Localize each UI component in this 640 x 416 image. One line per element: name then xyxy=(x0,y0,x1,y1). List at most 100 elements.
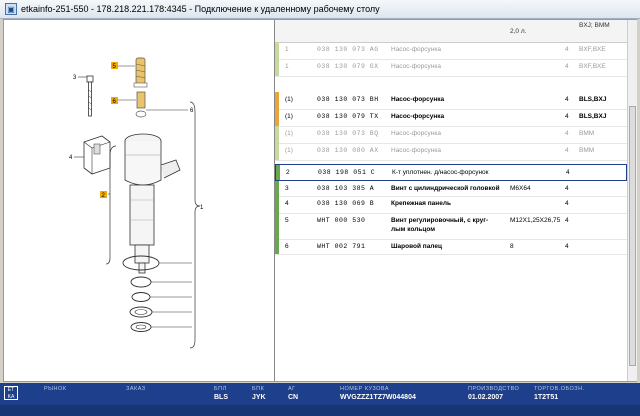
part-quantity: 4 xyxy=(565,147,569,154)
part-number: WHT 000 530 xyxy=(317,217,366,224)
part-position: 1 xyxy=(285,46,289,53)
market-label: РЫНОК xyxy=(44,386,67,392)
part-number: WHT 002 791 xyxy=(317,243,366,250)
part-position: (1) xyxy=(285,113,293,120)
part-name: Винт регулировочный, с круг- xyxy=(391,217,489,224)
part-name: Насос-форсунка xyxy=(391,96,445,103)
part-number: 038 130 073 AG xyxy=(317,46,379,53)
header-engine: BXJ; BMM xyxy=(579,22,610,29)
part-position: 1 xyxy=(285,63,289,70)
part-position: 6 xyxy=(285,243,289,250)
part-name: Крепежная панель xyxy=(391,200,451,207)
row-marker xyxy=(275,196,279,213)
row-marker xyxy=(275,59,279,76)
part-row[interactable]: 4 038 130 069 B Крепежная панель 4 xyxy=(275,196,627,214)
part-note: M6X64 xyxy=(510,185,531,192)
part-name-line2: лым кольцом xyxy=(391,226,436,233)
header-model: 2,0 л. xyxy=(510,28,527,35)
part-position: 5 xyxy=(285,217,289,224)
bpk-value: JYK xyxy=(252,394,266,401)
parts-diagram-pane[interactable]: 3 5 6 6 4 1 2 xyxy=(4,20,275,381)
part-row[interactable]: 2 038 198 051 C К-т уплотнен. д/насос-форс… xyxy=(275,164,627,181)
vin-value: WVGZZZ1TZ7W044804 xyxy=(340,394,416,401)
part-model: BMM xyxy=(579,130,595,137)
vertical-scrollbar[interactable] xyxy=(627,20,637,381)
part-row[interactable]: 1 038 130 073 AG Насос-форсунка 4 BXF,BXE xyxy=(275,42,627,60)
part-position: (1) xyxy=(285,130,293,137)
bpk-label: БПК xyxy=(252,386,265,392)
part-name: Насос-форсунка xyxy=(391,63,441,70)
bpl-value: BLS xyxy=(214,394,228,401)
part-quantity: 4 xyxy=(565,243,569,250)
part-number: 038 130 069 B xyxy=(317,200,375,207)
part-row[interactable]: 5 WHT 000 530 Винт регулировочный, с круг-… xyxy=(275,213,627,240)
part-number: 038 130 079 GX xyxy=(317,63,379,70)
part-quantity: 4 xyxy=(565,200,569,207)
part-model: BXF,BXE xyxy=(579,46,606,53)
part-row[interactable]: (1) 038 130 073 BH Насос-форсунка 4 BLS,BXJ xyxy=(275,92,627,110)
part-row[interactable]: (1) 038 130 079 TX Насос-форсунка 4 BLS,BXJ xyxy=(275,109,627,127)
part-row[interactable]: 1 038 130 079 GX Насос-форсунка 4 BXF,BXE xyxy=(275,59,627,77)
footer-bottom-strip xyxy=(0,405,640,416)
trade-value: 1T2T51 xyxy=(534,394,559,401)
ball-pin-drawing xyxy=(135,91,147,118)
part-number: 038 198 051 C xyxy=(318,169,376,176)
ag-value: CN xyxy=(288,394,299,401)
part-note: M12X1,25X26,75 xyxy=(510,217,561,224)
scrollbar-thumb[interactable] xyxy=(629,106,636,366)
part-number: 038 130 080 AX xyxy=(317,147,379,154)
part-number: 038 103 385 A xyxy=(317,185,375,192)
part-row[interactable]: 6 WHT 002 791 Шаровой палец 8 4 xyxy=(275,239,627,255)
order-label: ЗАКАЗ xyxy=(126,386,146,392)
part-name: Винт с цилиндрической головкой xyxy=(391,185,500,192)
etka-logo: ET KA xyxy=(4,386,18,400)
callout-4: 4 xyxy=(69,155,73,161)
row-marker xyxy=(275,92,279,109)
trade-label: ТОРГОВ.ОБОЗН. xyxy=(534,386,585,392)
callout-6-right: 6 xyxy=(190,108,194,114)
part-model: BLS,BXJ xyxy=(579,96,607,103)
part-position: 4 xyxy=(285,200,289,207)
callout-1: 1 xyxy=(200,205,204,211)
main-content: 3 5 6 6 4 1 2 2,0 л. BXJ; BMM 1 038 130 … xyxy=(3,19,637,382)
ag-label: АГ xyxy=(288,386,296,392)
part-name: Насос-форсунка xyxy=(391,46,441,53)
part-name: Насос-форсунка xyxy=(391,113,445,120)
part-position: 2 xyxy=(286,169,290,176)
parts-list[interactable]: 2,0 л. BXJ; BMM 1 038 130 073 AG Насос-фор… xyxy=(275,20,627,381)
production-value: 01.02.2007 xyxy=(468,394,504,401)
part-quantity: 4 xyxy=(565,130,569,137)
part-model: BXF,BXE xyxy=(579,63,606,70)
part-position: (1) xyxy=(285,147,293,154)
part-model: BMM xyxy=(579,147,595,154)
part-name: Насос-форсунка xyxy=(391,147,441,154)
remote-desktop-icon: ▣ xyxy=(5,3,17,15)
row-marker xyxy=(275,213,279,239)
part-row[interactable]: 3 038 103 385 A Винт с цилиндрической голо… xyxy=(275,181,627,197)
part-number: 038 130 079 TX xyxy=(317,113,379,120)
row-marker xyxy=(275,42,279,59)
adjusting-screw-drawing xyxy=(133,57,148,88)
bolt-drawing xyxy=(86,75,94,117)
part-model: BLS,BXJ xyxy=(579,113,607,120)
part-row[interactable]: (1) 038 130 080 AX Насос-форсунка 4 BMM xyxy=(275,143,627,161)
window-title: etkainfo-251-550 - 178.218.221.178:4345 … xyxy=(21,4,380,14)
part-quantity: 4 xyxy=(565,96,569,103)
part-name: К-т уплотнен. д/насос-форсунок xyxy=(392,169,489,176)
row-marker xyxy=(275,126,279,143)
part-note: 8 xyxy=(510,243,514,250)
seal-rings-drawing xyxy=(122,255,192,332)
production-label: ПРОИЗВОДСТВО xyxy=(468,386,520,392)
part-number: 038 130 073 BH xyxy=(317,96,379,103)
row-marker xyxy=(275,109,279,126)
injector-diagram: 3 5 6 6 4 1 2 xyxy=(69,57,204,349)
part-quantity: 4 xyxy=(566,169,570,176)
part-quantity: 4 xyxy=(565,46,569,53)
part-name: Насос-форсунка xyxy=(391,130,441,137)
part-number: 038 130 073 BQ xyxy=(317,130,379,137)
row-marker xyxy=(275,143,279,160)
part-row[interactable]: (1) 038 130 073 BQ Насос-форсунка 4 BMM xyxy=(275,126,627,144)
part-name: Шаровой палец xyxy=(391,243,442,250)
vehicle-info-footer: ET KA РЫНОК ЗАКАЗ БПЛ BLS БПК JYK АГ CN … xyxy=(0,383,640,416)
vin-label: НОМЕР КУЗОВА xyxy=(340,386,390,392)
